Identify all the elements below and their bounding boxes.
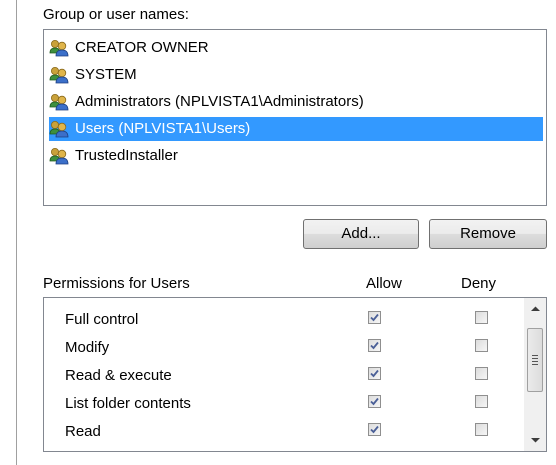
- user-list-item[interactable]: Users (NPLVISTA1\Users): [49, 117, 543, 141]
- permission-row: Read: [44, 418, 522, 446]
- chevron-down-icon[interactable]: [525, 429, 546, 451]
- allow-checkbox[interactable]: [368, 311, 381, 324]
- allow-checkbox[interactable]: [368, 367, 381, 380]
- user-name: Users (NPLVISTA1\Users): [75, 120, 251, 137]
- deny-checkbox[interactable]: [475, 311, 488, 324]
- scroll-thumb[interactable]: [527, 328, 543, 392]
- user-list-item[interactable]: TrustedInstaller: [49, 144, 543, 168]
- allow-checkbox[interactable]: [368, 423, 381, 436]
- user-list-item[interactable]: Administrators (NPLVISTA1\Administrators…: [49, 90, 543, 114]
- deny-column-header: Deny: [461, 275, 497, 292]
- user-group-icon: [49, 38, 75, 58]
- checkmark-icon: [370, 369, 379, 378]
- user-list[interactable]: CREATOR OWNER SYSTEM Administrators (NPL…: [43, 29, 547, 206]
- permission-name: Modify: [65, 339, 110, 356]
- user-list-item[interactable]: CREATOR OWNER: [49, 36, 543, 60]
- permission-row: Full control: [44, 306, 522, 334]
- permission-row: Modify: [44, 334, 522, 362]
- deny-checkbox[interactable]: [475, 395, 488, 408]
- checkmark-icon: [370, 313, 379, 322]
- group-names-label: Group or user names:: [43, 6, 189, 23]
- user-list-item[interactable]: SYSTEM: [49, 63, 543, 87]
- user-name: CREATOR OWNER: [75, 39, 209, 56]
- permission-name: Read & execute: [65, 367, 172, 384]
- user-name: TrustedInstaller: [75, 147, 178, 164]
- user-group-icon: [49, 92, 75, 112]
- permission-row: Read & execute: [44, 362, 522, 390]
- deny-checkbox[interactable]: [475, 423, 488, 436]
- chevron-up-icon[interactable]: [525, 298, 546, 320]
- deny-checkbox[interactable]: [475, 367, 488, 380]
- permission-name: Read: [65, 423, 101, 440]
- user-group-icon: [49, 119, 75, 139]
- allow-column-header: Allow: [366, 275, 402, 292]
- permissions-list[interactable]: Full control Modify Read & execute List …: [43, 297, 547, 452]
- security-permissions-panel: Group or user names: CREATOR OWNER SYSTE…: [0, 0, 556, 465]
- permission-row: List folder contents: [44, 390, 522, 418]
- user-name: SYSTEM: [75, 66, 137, 83]
- user-group-icon: [49, 146, 75, 166]
- allow-checkbox[interactable]: [368, 395, 381, 408]
- deny-checkbox[interactable]: [475, 339, 488, 352]
- checkmark-icon: [370, 397, 379, 406]
- add-button[interactable]: Add...: [303, 219, 419, 249]
- permission-name: Full control: [65, 311, 139, 328]
- remove-button[interactable]: Remove: [429, 219, 547, 249]
- permission-name: List folder contents: [65, 395, 191, 412]
- user-name: Administrators (NPLVISTA1\Administrators…: [75, 93, 364, 110]
- permissions-title: Permissions for Users: [43, 275, 190, 292]
- checkmark-icon: [370, 425, 379, 434]
- checkmark-icon: [370, 341, 379, 350]
- allow-checkbox[interactable]: [368, 339, 381, 352]
- divider: [16, 0, 17, 465]
- vertical-scrollbar[interactable]: [524, 298, 546, 451]
- user-group-icon: [49, 65, 75, 85]
